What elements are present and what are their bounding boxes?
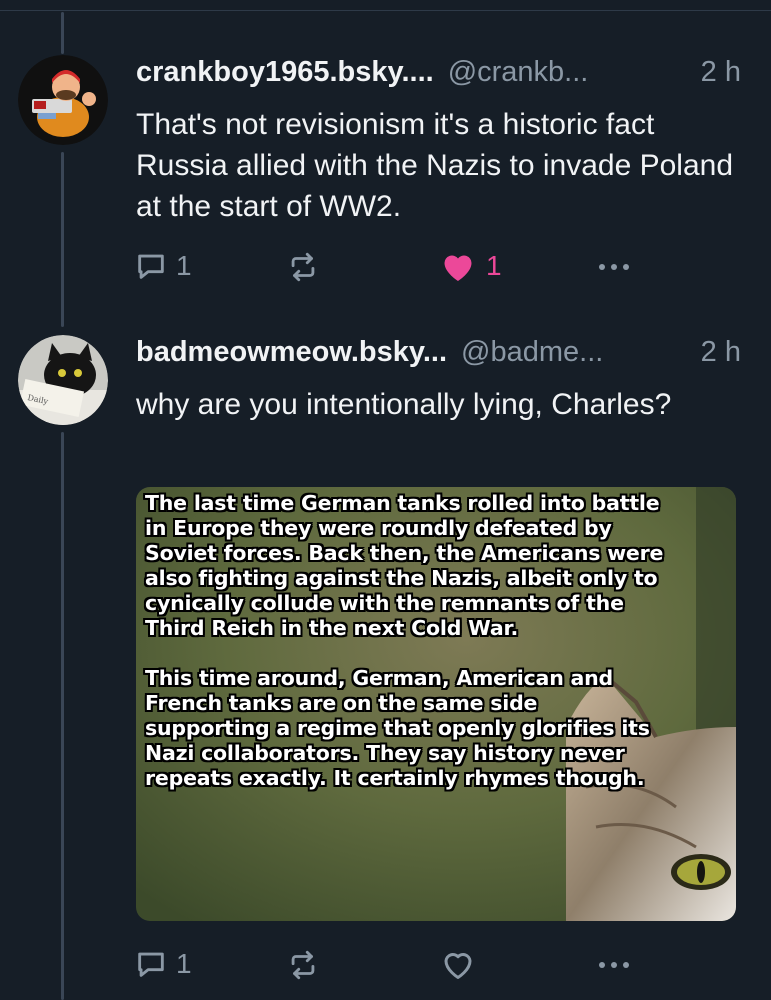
avatar-badmeowmeow[interactable]: Daily	[18, 335, 108, 425]
post-header: badmeowmeow.bsky... @badme... 2 h	[136, 334, 741, 370]
post-text: That's not revisionism it's a historic f…	[136, 108, 733, 223]
reply-icon	[134, 249, 168, 283]
image-caption-text: The last time German tanks rolled into b…	[145, 491, 665, 791]
display-name[interactable]: crankboy1965.bsky....	[136, 54, 434, 90]
handle[interactable]: @badme...	[461, 334, 691, 370]
repost-button[interactable]	[286, 250, 320, 284]
post-text: why are you intentionally lying, Charles…	[136, 388, 672, 421]
reply-count: 1	[176, 250, 192, 281]
more-icon	[594, 250, 634, 284]
avatar-crankboy[interactable]	[18, 55, 108, 145]
action-bar: 1 1	[134, 247, 634, 287]
action-bar: 1	[134, 945, 634, 985]
repost-icon	[286, 948, 320, 982]
reply-button[interactable]: 1	[134, 249, 192, 283]
like-button[interactable]: 1	[440, 249, 502, 283]
timestamp[interactable]: 2 h	[701, 334, 741, 370]
repost-icon	[286, 250, 320, 284]
handle[interactable]: @crankb...	[448, 54, 691, 90]
reply-icon	[134, 947, 168, 981]
heart-icon	[440, 249, 476, 283]
more-icon	[594, 948, 634, 982]
image-paragraph-1: The last time German tanks rolled into b…	[145, 491, 664, 640]
more-button[interactable]	[594, 250, 634, 284]
post-crankboy[interactable]: crankboy1965.bsky.... @crankb... 2 h Tha…	[0, 0, 771, 320]
heart-icon	[440, 947, 476, 981]
image-paragraph-2: This time around, German, American and F…	[145, 666, 650, 790]
reply-button[interactable]: 1	[134, 947, 192, 981]
reply-count: 1	[176, 948, 192, 979]
repost-button[interactable]	[286, 948, 320, 982]
more-button[interactable]	[594, 948, 634, 982]
like-count: 1	[486, 250, 502, 281]
display-name[interactable]: badmeowmeow.bsky...	[136, 334, 447, 370]
like-button[interactable]	[440, 947, 476, 981]
embedded-image[interactable]: The last time German tanks rolled into b…	[136, 487, 736, 921]
timestamp[interactable]: 2 h	[701, 54, 741, 90]
post-header: crankboy1965.bsky.... @crankb... 2 h	[136, 54, 741, 90]
